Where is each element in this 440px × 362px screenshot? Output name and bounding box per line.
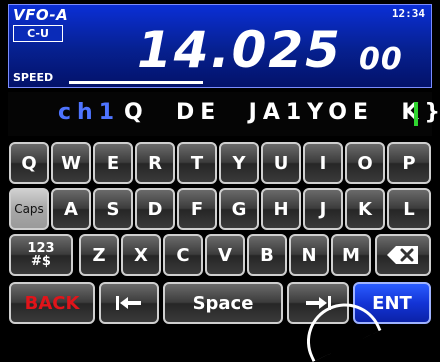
key-n[interactable]: N	[289, 234, 329, 276]
key-f[interactable]: F	[177, 188, 217, 230]
vfo-header: VFO-A C-U 12:34 14.025 00 SPEED	[8, 4, 432, 88]
speed-label: SPEED	[13, 71, 54, 84]
mode-badge[interactable]: C-U	[13, 25, 63, 42]
key-r[interactable]: R	[135, 142, 175, 184]
key-e[interactable]: E	[93, 142, 133, 184]
key-k[interactable]: K	[345, 188, 385, 230]
key-l[interactable]: L	[387, 188, 431, 230]
channel-label: ch1	[58, 100, 121, 125]
key-a[interactable]: A	[51, 188, 91, 230]
frequency-sub-digits: 00	[359, 42, 403, 77]
key-i[interactable]: I	[303, 142, 343, 184]
message-text-line: ch1 Q DE JA1YOE K}	[8, 92, 440, 136]
text-cursor	[414, 102, 418, 126]
key-x[interactable]: X	[121, 234, 161, 276]
backspace-key[interactable]	[375, 234, 431, 276]
caps-key[interactable]: Caps	[9, 188, 49, 230]
vfo-label: VFO-A	[13, 6, 69, 24]
key-d[interactable]: D	[135, 188, 175, 230]
key-s[interactable]: S	[93, 188, 133, 230]
symbol-key[interactable]: 123 #$	[9, 234, 73, 276]
key-c[interactable]: C	[163, 234, 203, 276]
key-z[interactable]: Z	[79, 234, 119, 276]
key-p[interactable]: P	[387, 142, 431, 184]
backspace-icon	[387, 246, 418, 264]
key-g[interactable]: G	[219, 188, 259, 230]
key-j[interactable]: J	[303, 188, 343, 230]
key-b[interactable]: B	[247, 234, 287, 276]
key-v[interactable]: V	[205, 234, 245, 276]
key-h[interactable]: H	[261, 188, 301, 230]
key-u[interactable]: U	[261, 142, 301, 184]
key-w[interactable]: W	[51, 142, 91, 184]
clock: 12:34	[391, 7, 425, 20]
key-o[interactable]: O	[345, 142, 385, 184]
speed-bar[interactable]	[69, 81, 203, 84]
key-t[interactable]: T	[177, 142, 217, 184]
keyboard: Q W E R T Y U I O P Caps A S D F G H J K…	[0, 142, 440, 329]
key-m[interactable]: M	[331, 234, 371, 276]
key-y[interactable]: Y	[219, 142, 259, 184]
cursor-left-button[interactable]	[99, 282, 159, 324]
cursor-left-icon	[116, 296, 141, 310]
frequency-main[interactable]: 14.025	[137, 25, 342, 75]
key-q[interactable]: Q	[9, 142, 49, 184]
back-button[interactable]: BACK	[9, 282, 95, 324]
message-text: Q DE JA1YOE K}	[124, 100, 440, 125]
space-button[interactable]: Space	[163, 282, 283, 324]
